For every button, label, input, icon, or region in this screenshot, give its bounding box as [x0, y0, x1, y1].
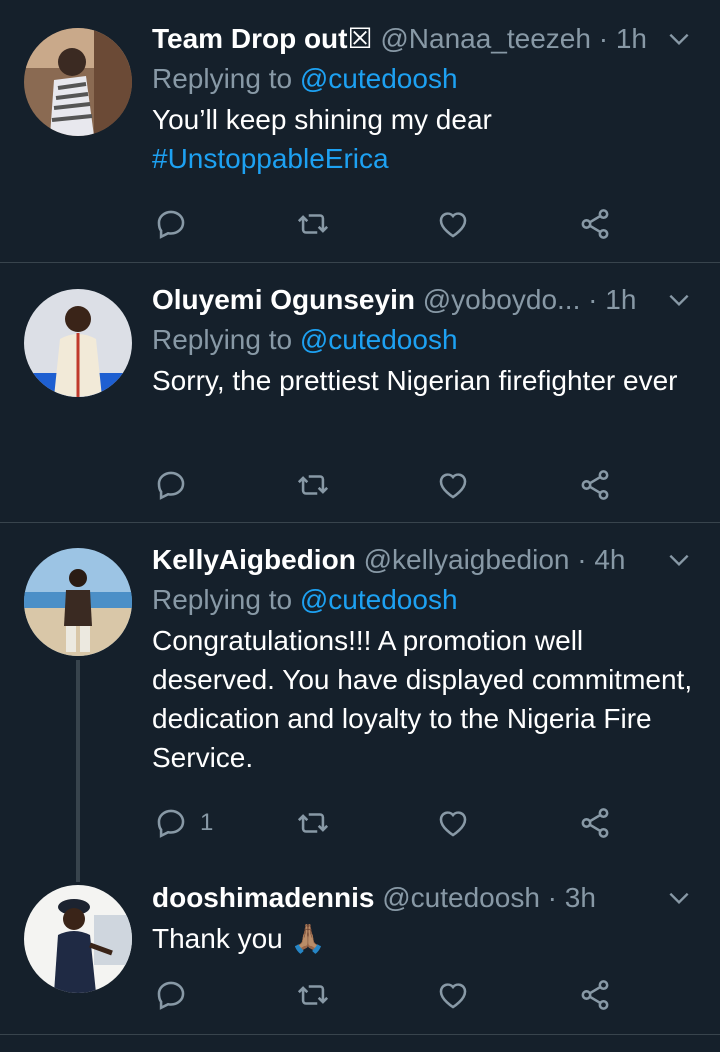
author-name[interactable]: Team Drop out☒: [152, 23, 373, 54]
like-icon: [439, 811, 467, 837]
separator: ·: [539, 882, 565, 913]
author-handle[interactable]: @kellyaigbedion: [364, 544, 570, 575]
share-icon: [581, 808, 609, 838]
reply-icon: [157, 981, 185, 1010]
reply-button[interactable]: [154, 975, 188, 1015]
tweet[interactable]: Team Drop out☒ @Nanaa_teezeh · 1h Replyi…: [0, 0, 720, 262]
share-button[interactable]: [578, 465, 612, 505]
retweet-button[interactable]: [296, 803, 330, 843]
avatar[interactable]: [24, 28, 132, 136]
chevron-down-icon[interactable]: [666, 287, 692, 313]
tweet-actions: [152, 465, 632, 505]
share-button[interactable]: [578, 803, 612, 843]
avatar-photo: [24, 885, 132, 993]
replying-to: Replying to @cutedoosh: [152, 323, 700, 357]
divider: [0, 1034, 720, 1035]
like-button[interactable]: [436, 204, 470, 244]
retweet-icon: [297, 985, 329, 1005]
replying-label: Replying to: [152, 584, 300, 615]
like-button[interactable]: [436, 975, 470, 1015]
retweet-button[interactable]: [296, 204, 330, 244]
like-button[interactable]: [436, 803, 470, 843]
tweet-text: Thank you 🙏🏽: [152, 923, 326, 954]
hashtag-link[interactable]: #UnstoppableErica: [152, 139, 700, 178]
share-icon: [581, 209, 609, 239]
timestamp[interactable]: 1h: [616, 23, 647, 54]
separator: ·: [580, 284, 606, 315]
retweet-icon: [297, 214, 329, 234]
tweet-text: You’ll keep shining my dear #Unstoppable…: [152, 100, 700, 178]
tweet-header: dooshimadennis @cutedoosh · 3h: [152, 881, 700, 915]
separator: ·: [590, 23, 616, 54]
author-name[interactable]: dooshimadennis: [152, 882, 374, 913]
like-icon: [439, 473, 467, 499]
tweet-text-content: You’ll keep shining my dear: [152, 104, 492, 135]
tweet-actions: [152, 975, 632, 1015]
avatar-photo: [24, 289, 132, 397]
share-icon: [581, 470, 609, 500]
reply-button[interactable]: 1: [154, 803, 213, 843]
chevron-down-icon[interactable]: [666, 26, 692, 52]
avatar[interactable]: [24, 289, 132, 397]
author-handle[interactable]: @cutedoosh: [382, 882, 540, 913]
mention-link[interactable]: @cutedoosh: [300, 63, 458, 94]
tweet-header: Team Drop out☒ @Nanaa_teezeh · 1h: [152, 22, 700, 56]
tweet-actions: [152, 204, 632, 244]
retweet-icon: [297, 813, 329, 833]
reply-icon: [157, 210, 185, 239]
author-handle[interactable]: @Nanaa_teezeh: [380, 23, 591, 54]
tweet[interactable]: Oluyemi Ogunseyin @yoboydo... · 1h Reply…: [0, 263, 720, 522]
avatar-photo: [24, 28, 132, 136]
author-handle[interactable]: @yoboydo...: [423, 284, 581, 315]
reply-button[interactable]: [154, 204, 188, 244]
tweet-header: KellyAigbedion @kellyaigbedion · 4h: [152, 543, 700, 577]
share-button[interactable]: [578, 975, 612, 1015]
tweet-header: Oluyemi Ogunseyin @yoboydo... · 1h: [152, 283, 700, 317]
like-icon: [439, 212, 467, 238]
like-button[interactable]: [436, 465, 470, 505]
chevron-down-icon[interactable]: [666, 547, 692, 573]
replying-label: Replying to: [152, 63, 300, 94]
tweet-actions: 1: [152, 803, 632, 843]
author-name[interactable]: Oluyemi Ogunseyin: [152, 284, 415, 315]
tweet[interactable]: KellyAigbedion @kellyaigbedion · 4h Repl…: [0, 523, 720, 863]
mention-link[interactable]: @cutedoosh: [300, 324, 458, 355]
tweet-text: Sorry, the prettiest Nigerian firefighte…: [152, 365, 678, 396]
avatar[interactable]: [24, 885, 132, 993]
retweet-button[interactable]: [296, 465, 330, 505]
timestamp[interactable]: 4h: [594, 544, 625, 575]
like-icon: [439, 983, 467, 1009]
share-icon: [581, 980, 609, 1010]
reply-button[interactable]: [154, 465, 188, 505]
tweet-text: Congratulations!!! A promotion well dese…: [152, 625, 693, 773]
reply-icon: [157, 809, 185, 838]
replying-to: Replying to @cutedoosh: [152, 583, 700, 617]
retweet-icon: [297, 475, 329, 495]
replying-to: Replying to @cutedoosh: [152, 62, 700, 96]
share-button[interactable]: [578, 204, 612, 244]
replying-label: Replying to: [152, 324, 300, 355]
chevron-down-icon[interactable]: [666, 885, 692, 911]
reply-count: 1: [200, 809, 214, 836]
avatar-photo: [24, 548, 132, 656]
avatar[interactable]: [24, 548, 132, 656]
separator: ·: [569, 544, 595, 575]
retweet-button[interactable]: [296, 975, 330, 1015]
timestamp[interactable]: 1h: [605, 284, 636, 315]
author-name[interactable]: KellyAigbedion: [152, 544, 356, 575]
tweet[interactable]: dooshimadennis @cutedoosh · 3h Thank you…: [0, 863, 720, 1034]
mention-link[interactable]: @cutedoosh: [300, 584, 458, 615]
timestamp[interactable]: 3h: [565, 882, 596, 913]
reply-icon: [157, 471, 185, 500]
